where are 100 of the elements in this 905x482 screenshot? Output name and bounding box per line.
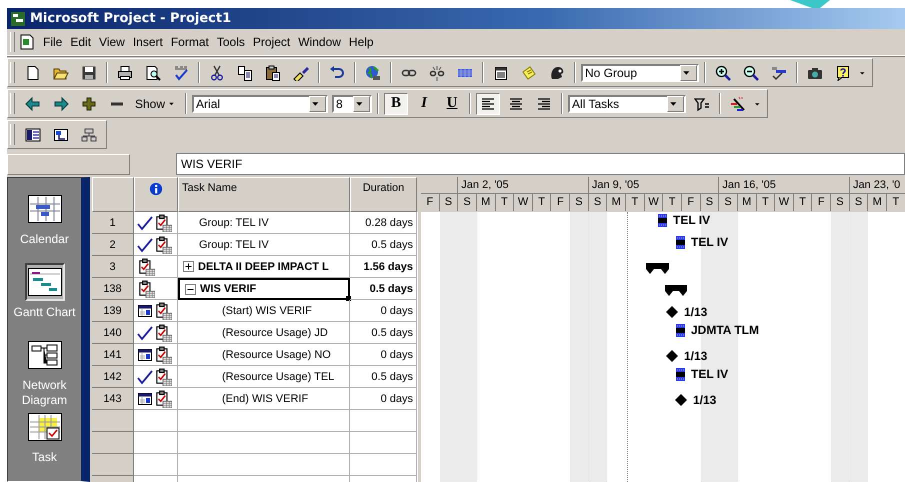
menu-item[interactable]: View [95, 33, 129, 51]
save-icon[interactable] [81, 64, 97, 80]
app-icon [10, 10, 26, 26]
day-label: S [588, 194, 608, 211]
globe-icon[interactable] [365, 64, 381, 80]
day-label: T [663, 194, 682, 211]
day-label: M [738, 194, 757, 211]
day-label: F [682, 194, 701, 211]
row-number[interactable]: 141 [92, 344, 134, 366]
plus-icon[interactable] [81, 96, 97, 112]
autofilter-icon[interactable] [694, 96, 710, 112]
cut-icon[interactable] [209, 64, 225, 80]
task-name-cell[interactable]: (Resource Usage) JD [178, 322, 350, 344]
chart-view-icon[interactable] [53, 126, 69, 142]
font-dropdown[interactable]: Arial [192, 94, 328, 112]
day-label: T [532, 194, 552, 211]
task-name-cell[interactable]: (End) WIS VERIF [178, 388, 350, 410]
resource-view-icon[interactable] [25, 126, 41, 142]
menu-item[interactable]: Help [344, 33, 378, 51]
column-header[interactable]: Task Name [178, 177, 350, 212]
network-diagram-icon[interactable] [28, 340, 62, 368]
print-preview-icon[interactable] [145, 64, 161, 80]
bar-label: TEL IV [691, 367, 728, 381]
menu-item[interactable]: Project [248, 33, 294, 51]
task-bar [676, 324, 685, 336]
row-number[interactable]: 140 [92, 322, 134, 344]
menu-item[interactable]: Tools [212, 33, 249, 51]
row-number[interactable]: 142 [92, 366, 134, 388]
gantt-chart-icon[interactable] [28, 268, 62, 296]
task-name-cell[interactable]: Group: TEL IV [178, 234, 350, 256]
clipboard-icon [154, 390, 172, 408]
summary-bar [665, 285, 687, 296]
duration-cell: 0 days [350, 388, 417, 410]
right-arrow-icon[interactable] [53, 96, 69, 112]
underline-button[interactable]: U [440, 92, 464, 114]
bar-label: 1/13 [693, 393, 716, 407]
milestone-diamond [666, 306, 678, 318]
view-button[interactable]: Network Diagram [10, 336, 80, 408]
task-information-icon[interactable] [493, 64, 509, 80]
usage-sheet-icon[interactable] [28, 413, 62, 442]
align-right-icon[interactable] [536, 96, 552, 112]
duration-cell: 1.56 days [350, 256, 417, 278]
format-painter-icon[interactable] [293, 64, 309, 80]
calendar-icon[interactable] [28, 195, 62, 223]
check-mark-icon [137, 324, 153, 340]
unlink-icon[interactable] [429, 64, 445, 80]
menu-item[interactable]: Insert [128, 33, 167, 51]
paste-icon[interactable] [265, 64, 281, 80]
go-to-task-icon[interactable] [771, 64, 787, 80]
document-icon[interactable] [19, 34, 35, 50]
corner-header[interactable] [92, 177, 134, 212]
row-number[interactable]: 1 [92, 212, 134, 234]
task-name-cell[interactable]: DELTA II DEEP IMPACT L [178, 256, 350, 278]
row-number[interactable]: 143 [92, 388, 134, 410]
entry-field[interactable]: WIS VERIF [176, 153, 905, 175]
head-icon[interactable] [549, 64, 565, 80]
network-view-icon[interactable] [81, 126, 97, 142]
undo-icon[interactable] [329, 64, 345, 80]
align-center-icon[interactable] [508, 96, 524, 112]
filter-dropdown[interactable]: All Tasks [568, 94, 686, 112]
check-mark-icon [137, 236, 153, 252]
new-document-icon[interactable] [25, 64, 41, 80]
column-header[interactable]: Duration [350, 177, 417, 212]
task-name-cell[interactable]: WIS VERIF [178, 278, 350, 300]
wand-icon[interactable] [730, 96, 746, 112]
row-number[interactable]: 138 [92, 278, 134, 300]
expand-icon[interactable] [183, 261, 194, 272]
bold-button[interactable]: B [384, 92, 408, 114]
day-label: S [850, 194, 868, 211]
row-number[interactable]: 3 [92, 256, 134, 278]
group-dropdown[interactable]: No Group [581, 64, 699, 82]
italic-button[interactable]: I [412, 92, 436, 114]
duration-cell: 0.28 days [350, 212, 417, 234]
task-name-cell[interactable]: (Start) WIS VERIF [178, 300, 350, 322]
menu-item[interactable]: File [39, 33, 66, 51]
font-size-dropdown[interactable]: 8 [332, 94, 372, 112]
view-button[interactable]: Calendar [10, 190, 80, 263]
zoom-in-icon[interactable] [715, 64, 731, 80]
row-number[interactable]: 2 [92, 234, 134, 256]
task-name-cell[interactable]: (Resource Usage) NO [178, 344, 350, 366]
print-icon[interactable] [117, 64, 133, 80]
note-icon[interactable] [521, 64, 537, 80]
show-button[interactable]: Show [131, 92, 182, 114]
task-name-cell[interactable]: Group: TEL IV [178, 212, 350, 234]
align-left-icon[interactable] [480, 96, 496, 112]
menu-item[interactable]: Edit [66, 33, 96, 51]
menu-item[interactable]: Format [166, 33, 213, 51]
task-name-cell[interactable]: (Resource Usage) TEL [178, 366, 350, 388]
copy-icon[interactable] [237, 64, 253, 80]
task-name: Group: TEL IV [199, 216, 269, 228]
left-arrow-icon[interactable] [25, 96, 41, 112]
help-icon[interactable] [835, 64, 851, 80]
menu-item[interactable]: Window [294, 33, 345, 51]
view-button[interactable]: Task [10, 408, 80, 481]
row-number[interactable]: 139 [92, 300, 134, 322]
zoom-out-icon[interactable] [743, 64, 759, 80]
milestone-diamond [675, 394, 687, 406]
view-button[interactable]: Gantt Chart [10, 262, 80, 336]
spelling-icon[interactable] [173, 64, 189, 80]
collapse-icon[interactable] [185, 284, 196, 294]
